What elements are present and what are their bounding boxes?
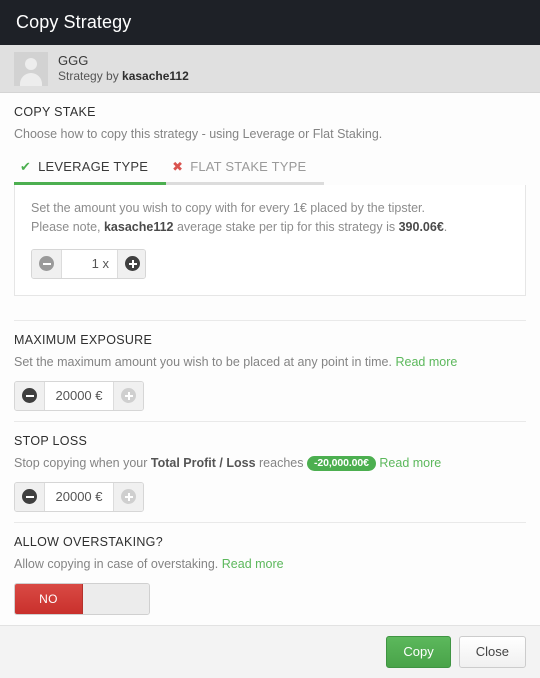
minus-icon [22,489,37,505]
strategy-name: GGG [58,52,89,68]
stop-loss-badge: -20,000.00€ [306,455,376,472]
modal-footer: Copy Close [0,625,540,678]
leverage-increment-button[interactable] [117,249,145,278]
strategy-by-label: Strategy by [58,68,123,83]
section-copy-stake: COPY STAKE Choose how to copy this strat… [14,105,526,320]
leverage-stepper [31,248,146,279]
leverage-panel-line1: Set the amount you wish to copy with for… [31,201,425,216]
tab-flat-stake-type[interactable]: ✖ FLAT STAKE TYPE [166,153,325,186]
maximum-exposure-read-more-link[interactable]: Read more [395,355,457,369]
leverage-type-panel: Set the amount you wish to copy with for… [14,185,526,296]
copy-button[interactable]: Copy [386,636,451,668]
maximum-exposure-decrement-button[interactable] [15,381,45,410]
leverage-panel-line2-mid: average stake per tip for this strategy … [173,219,399,234]
leverage-panel-author: kasache112 [103,219,174,234]
stop-loss-decrement-button[interactable] [15,482,45,511]
modal-body: COPY STAKE Choose how to copy this strat… [0,93,540,625]
stop-loss-increment-button[interactable] [113,482,143,511]
maximum-exposure-increment-button[interactable] [113,381,143,410]
stop-loss-title: STOP LOSS [14,433,88,448]
maximum-exposure-stepper [14,380,144,411]
allow-overstaking-toggle-state: NO [15,584,83,614]
allow-overstaking-description-text: Allow copying in case of overstaking. [14,556,219,571]
tab-leverage-type-label: LEVERAGE TYPE [38,159,149,175]
allow-overstaking-description: Allow copying in case of overstaking. Re… [14,555,526,573]
stop-loss-desc-prefix: Stop copying when your [14,455,151,470]
stop-loss-input[interactable] [45,482,113,511]
plus-icon [121,388,136,404]
leverage-panel-avg-stake: 390.06€ [398,219,444,234]
maximum-exposure-input[interactable] [45,381,113,410]
section-allow-overstaking: ALLOW OVERSTAKING? Allow copying in case… [14,521,526,625]
leverage-panel-text: Set the amount you wish to copy with for… [31,199,509,237]
allow-overstaking-toggle-knob [83,584,149,614]
modal-header: Copy Strategy [0,0,540,45]
allow-overstaking-read-more-link[interactable]: Read more [222,557,284,571]
copy-stake-tabs: ✔ LEVERAGE TYPE ✖ FLAT STAKE TYPE [14,153,526,186]
allow-overstaking-toggle[interactable]: NO [14,583,150,615]
close-button[interactable]: Close [458,636,526,668]
cross-icon: ✖ [172,159,184,175]
leverage-panel-line2-prefix: Please note, [31,219,104,234]
user-avatar-icon [14,51,48,86]
section-maximum-exposure: MAXIMUM EXPOSURE Set the maximum amount … [14,319,526,421]
tab-leverage-type[interactable]: ✔ LEVERAGE TYPE [14,153,167,186]
check-icon: ✔ [20,159,32,175]
maximum-exposure-description: Set the maximum amount you wish to be pl… [14,353,526,371]
stop-loss-desc-bold: Total Profit / Loss [150,455,256,470]
strategy-author: kasache112 [122,68,189,83]
strategy-owner-bar: GGG Strategy by kasache112 [0,45,540,93]
tab-flat-stake-type-label: FLAT STAKE TYPE [190,159,307,175]
maximum-exposure-title: MAXIMUM EXPOSURE [14,332,153,347]
leverage-value-input[interactable] [62,249,117,278]
leverage-panel-line2-suffix: . [443,219,448,234]
maximum-exposure-description-text: Set the maximum amount you wish to be pl… [14,354,392,369]
minus-icon [22,388,37,404]
plus-icon [125,256,140,272]
stop-loss-desc-mid: reaches [255,455,307,470]
stop-loss-read-more-link[interactable]: Read more [379,456,441,470]
copy-strategy-modal: Copy Strategy GGG Strategy by kasache112… [0,0,540,678]
copy-stake-description: Choose how to copy this strategy - using… [14,127,383,141]
stop-loss-stepper [14,481,144,512]
copy-stake-title: COPY STAKE [14,105,96,119]
leverage-decrement-button[interactable] [32,249,62,278]
minus-icon [39,256,54,272]
allow-overstaking-title: ALLOW OVERSTAKING? [14,534,163,549]
strategy-owner-meta: GGG Strategy by kasache112 [58,52,189,84]
page-title: Copy Strategy [16,12,132,32]
plus-icon [121,489,136,505]
strategy-author-line: Strategy by kasache112 [58,68,189,84]
section-stop-loss: STOP LOSS Stop copying when your Total P… [14,420,526,522]
stop-loss-description: Stop copying when your Total Profit / Lo… [14,454,526,472]
